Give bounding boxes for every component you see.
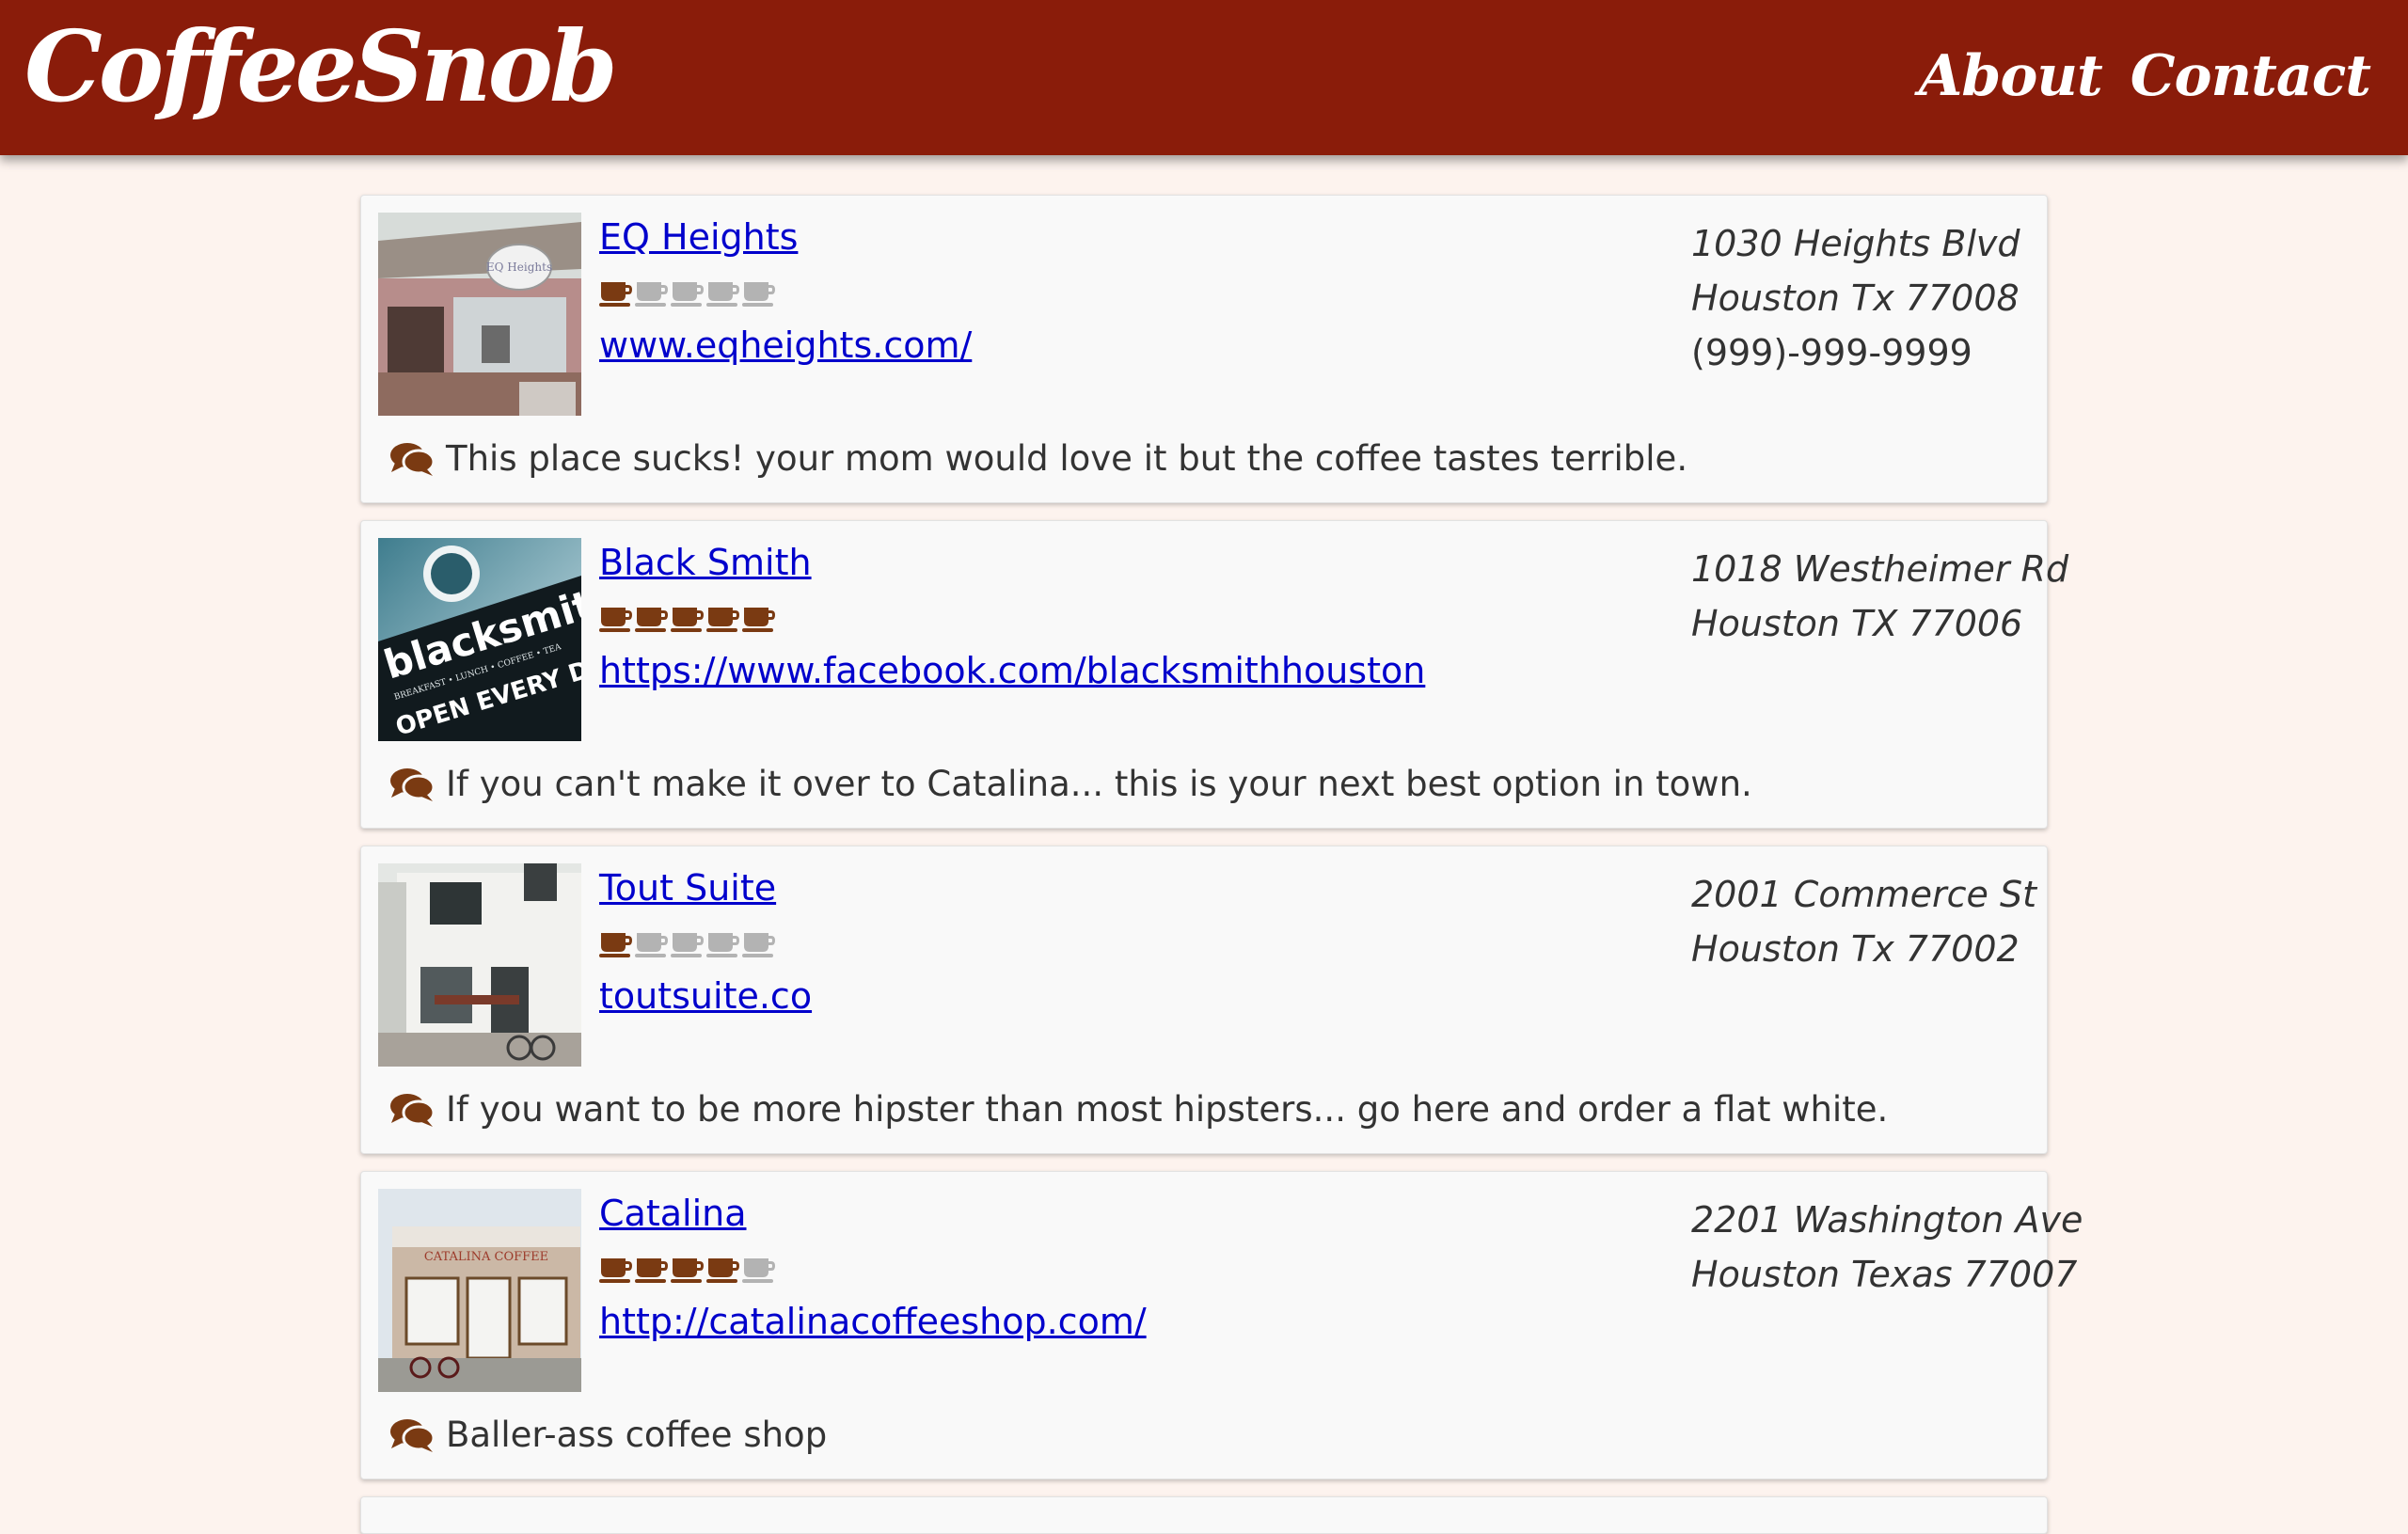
site-logo[interactable]: CoffeeSnob <box>24 12 618 120</box>
shop-list: EQ Heights EQ Heights www.eqheights.com/… <box>360 195 2083 1534</box>
storefront-photo-icon: CATALINA COFFEE <box>378 1189 581 1392</box>
coffee-cup-filled-icon <box>742 608 775 632</box>
building-photo-icon <box>378 863 581 1067</box>
shop-website-link[interactable]: www.eqheights.com/ <box>599 324 972 366</box>
coffee-cup-filled-icon <box>599 933 632 957</box>
coffee-cup-filled-icon <box>706 1258 739 1283</box>
address-street: 1030 Heights Blvd <box>1691 223 2020 264</box>
shop-card: CATALINA COFFEE Catalina http://catalina… <box>360 1171 2083 1479</box>
shop-address: 1018 Westheimer Rd Houston TX 77006 <box>1691 542 2069 651</box>
coffee-cup-filled-icon <box>671 608 704 632</box>
photo-sign-text: CATALINA COFFEE <box>424 1250 548 1264</box>
coffee-cup-filled-icon <box>635 608 668 632</box>
main-nav: About Contact <box>1919 45 2371 107</box>
shop-photo[interactable]: CATALINA COFFEE <box>378 1189 581 1392</box>
shop-website-link[interactable]: http://catalinacoffeeshop.com/ <box>599 1301 1147 1342</box>
coffee-cup-empty-icon <box>706 933 739 957</box>
coffee-rating <box>599 278 776 308</box>
coffee-cup-empty-icon <box>671 282 704 307</box>
coffee-cup-filled-icon <box>599 608 632 632</box>
comments-icon <box>390 1093 435 1127</box>
shop-card: EQ Heights EQ Heights www.eqheights.com/… <box>360 195 2048 503</box>
coffee-cup-empty-icon <box>742 282 775 307</box>
comments-icon <box>390 442 435 476</box>
coffee-cup-empty-icon <box>742 1258 775 1283</box>
shop-name-link[interactable]: Black Smith <box>599 542 812 583</box>
review-text: If you can't make it over to Catalina...… <box>446 764 1752 804</box>
shop-card-partial <box>360 1496 2048 1534</box>
address-city: Houston Tx 77008 <box>1691 277 2020 319</box>
shop-photo[interactable]: EQ Heights <box>378 213 581 416</box>
shop-address: 1030 Heights Blvd Houston Tx 77008 (999)… <box>1691 216 2039 380</box>
coffee-rating <box>599 929 776 959</box>
shop-website-link[interactable]: toutsuite.co <box>599 975 812 1017</box>
coffee-cup-filled-icon <box>671 1258 704 1283</box>
coffee-cup-filled-icon <box>599 282 632 307</box>
address-street: 2201 Washington Ave <box>1691 1199 2083 1241</box>
comments-icon <box>390 1418 435 1452</box>
shop-address: 2201 Washington Ave Houston Texas 77007 <box>1691 1193 2083 1302</box>
nav-contact-link[interactable]: Contact <box>2131 45 2371 107</box>
photo-sign-text: EQ Heights <box>486 261 552 274</box>
shop-card: blacksmith BREAKFAST • LUNCH • COFFEE • … <box>360 520 2069 829</box>
shop-photo[interactable]: blacksmith BREAKFAST • LUNCH • COFFEE • … <box>378 538 581 741</box>
coffee-cup-filled-icon <box>706 608 739 632</box>
shop-review: If you want to be more hipster than most… <box>389 1089 1888 1130</box>
coffee-cup-filled-icon <box>635 1258 668 1283</box>
shop-website-link[interactable]: https://www.facebook.com/blacksmithhoust… <box>599 650 1425 691</box>
address-city: Houston TX 77006 <box>1691 603 2023 644</box>
shop-review: This place sucks! your mom would love it… <box>389 438 1687 479</box>
coffee-cup-empty-icon <box>635 282 668 307</box>
coffee-rating <box>599 1255 776 1285</box>
shop-review: Baller-ass coffee shop <box>389 1415 827 1455</box>
address-city: Houston Tx 77002 <box>1691 928 2020 970</box>
shop-address: 2001 Commerce St Houston Tx 77002 <box>1691 867 2039 976</box>
review-text: This place sucks! your mom would love it… <box>446 438 1688 479</box>
address-city: Houston Texas 77007 <box>1691 1254 2078 1295</box>
comments-icon <box>390 767 435 801</box>
coffee-cup-empty-icon <box>635 933 668 957</box>
storefront-photo-icon: EQ Heights <box>378 213 581 416</box>
shop-name-link[interactable]: EQ Heights <box>599 216 798 258</box>
site-header: CoffeeSnob About Contact <box>0 0 2408 155</box>
nav-about-link[interactable]: About <box>1919 45 2103 107</box>
coffee-cup-empty-icon <box>706 282 739 307</box>
shop-name-link[interactable]: Catalina <box>599 1193 747 1234</box>
coffee-cup-filled-icon <box>599 1258 632 1283</box>
sign-photo-icon: blacksmith BREAKFAST • LUNCH • COFFEE • … <box>378 538 581 741</box>
coffee-cup-empty-icon <box>671 933 704 957</box>
shop-photo[interactable] <box>378 863 581 1067</box>
shop-review: If you can't make it over to Catalina...… <box>389 764 1752 804</box>
review-text: If you want to be more hipster than most… <box>446 1089 1889 1130</box>
coffee-cup-empty-icon <box>742 933 775 957</box>
shop-card: Tout Suite toutsuite.co 2001 Commerce St… <box>360 846 2048 1154</box>
shop-phone: (999)-999-9999 <box>1691 332 1972 373</box>
address-street: 2001 Commerce St <box>1691 874 2036 915</box>
review-text: Baller-ass coffee shop <box>446 1415 828 1455</box>
coffee-rating <box>599 604 776 634</box>
shop-name-link[interactable]: Tout Suite <box>599 867 776 909</box>
address-street: 1018 Westheimer Rd <box>1691 548 2069 590</box>
